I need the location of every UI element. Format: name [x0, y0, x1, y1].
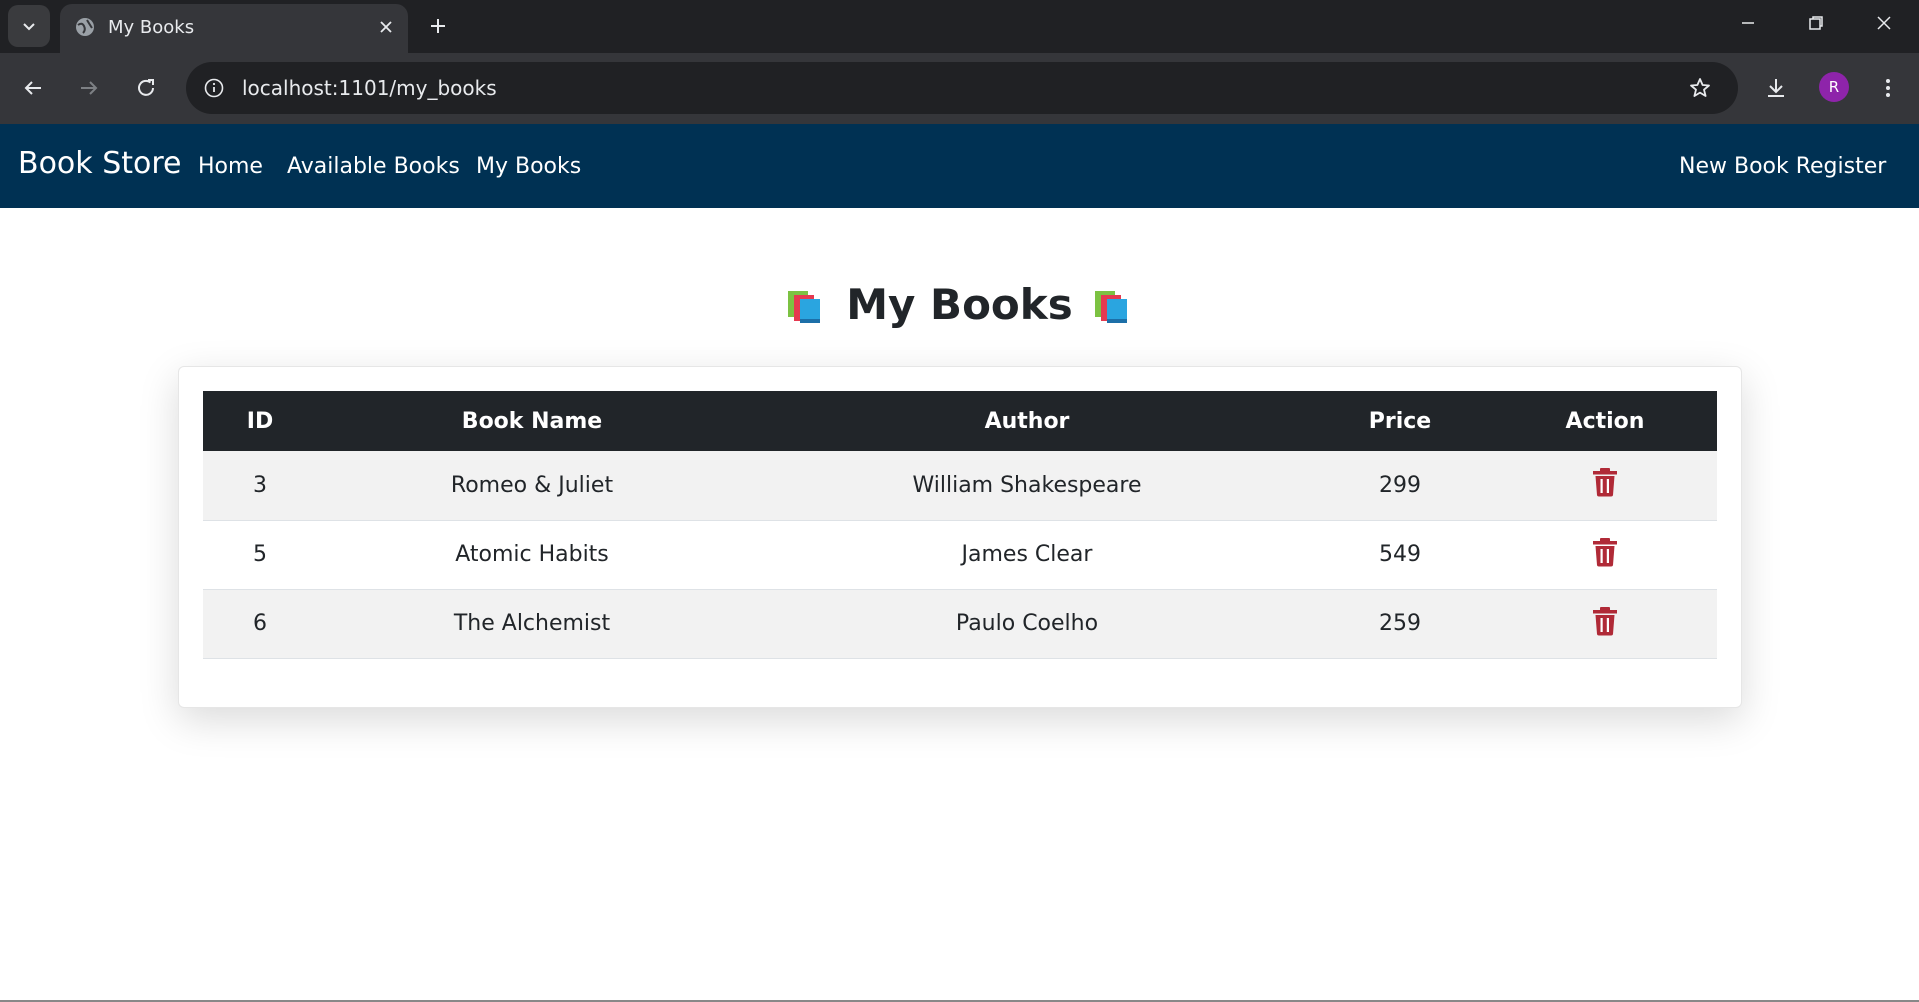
- tab-close-button[interactable]: [374, 15, 398, 39]
- forward-button[interactable]: [69, 68, 109, 108]
- restore-button[interactable]: [1782, 0, 1850, 45]
- page-heading: My Books: [0, 280, 1919, 329]
- nav-link-home[interactable]: Home: [198, 154, 263, 179]
- tab-search-button[interactable]: [8, 5, 50, 47]
- cell-action: [1493, 589, 1717, 659]
- app-navbar: Book Store Home Available Books My Books…: [0, 124, 1919, 208]
- browser-toolbar: localhost:1101/my_books R: [0, 53, 1919, 124]
- cell-price: 549: [1307, 520, 1493, 590]
- cell-book-name: Atomic Habits: [317, 520, 747, 590]
- chevron-down-icon: [23, 23, 35, 31]
- browser-titlebar: My Books: [0, 0, 1919, 53]
- bookmark-button[interactable]: [1686, 74, 1714, 102]
- cell-author: James Clear: [747, 520, 1307, 590]
- books-icon: [1094, 290, 1127, 323]
- books-icon: [788, 290, 821, 323]
- back-button[interactable]: [13, 68, 53, 108]
- plus-icon: [431, 19, 445, 33]
- browser-tab-active[interactable]: My Books: [60, 4, 408, 53]
- tab-title: My Books: [108, 17, 195, 38]
- new-tab-button[interactable]: [420, 8, 456, 44]
- cell-action: [1493, 520, 1717, 590]
- cell-book-name: The Alchemist: [317, 589, 747, 659]
- cell-id: 5: [203, 520, 317, 590]
- nav-link-new-book-register[interactable]: New Book Register: [1679, 154, 1886, 179]
- trash-icon[interactable]: [1591, 467, 1619, 497]
- download-icon: [1768, 79, 1784, 97]
- reload-button[interactable]: [126, 68, 166, 108]
- cell-author: Paulo Coelho: [747, 589, 1307, 659]
- info-icon: [204, 78, 224, 98]
- site-info-button[interactable]: [198, 72, 230, 104]
- table-row: 3 Romeo & Juliet William Shakespeare 299: [203, 451, 1717, 521]
- arrow-left-icon: [24, 81, 41, 95]
- menu-button[interactable]: [1868, 68, 1908, 108]
- downloads-button[interactable]: [1756, 68, 1796, 108]
- reload-icon: [138, 79, 154, 96]
- cell-author: William Shakespeare: [747, 451, 1307, 521]
- close-window-button[interactable]: [1850, 0, 1918, 45]
- brand-logo[interactable]: Book Store: [18, 146, 182, 181]
- cell-action: [1493, 451, 1717, 521]
- books-table: ID Book Name Author Price Action 3 Romeo…: [203, 391, 1717, 659]
- cell-id: 6: [203, 589, 317, 659]
- column-header-author: Author: [747, 391, 1307, 451]
- page-title: My Books: [846, 280, 1073, 329]
- close-icon: [1877, 15, 1891, 30]
- column-header-book-name: Book Name: [317, 391, 747, 451]
- table-row: 6 The Alchemist Paulo Coelho 259: [203, 589, 1717, 659]
- books-table-card: ID Book Name Author Price Action 3 Romeo…: [178, 366, 1742, 708]
- restore-icon: [1809, 15, 1823, 30]
- cell-id: 3: [203, 451, 317, 521]
- column-header-price: Price: [1307, 391, 1493, 451]
- nav-link-available-books[interactable]: Available Books: [287, 154, 460, 179]
- cell-price: 299: [1307, 451, 1493, 521]
- profile-avatar[interactable]: R: [1819, 72, 1849, 102]
- minimize-icon: [1742, 21, 1754, 24]
- close-icon: [380, 21, 392, 33]
- table-row: 5 Atomic Habits James Clear 549: [203, 520, 1717, 590]
- star-icon: [1690, 78, 1710, 97]
- minimize-button[interactable]: [1714, 0, 1782, 45]
- trash-icon[interactable]: [1591, 606, 1619, 636]
- cell-price: 259: [1307, 589, 1493, 659]
- url-text[interactable]: localhost:1101/my_books: [242, 76, 497, 100]
- globe-icon: [76, 18, 94, 36]
- trash-icon[interactable]: [1591, 537, 1619, 567]
- column-header-id: ID: [203, 391, 317, 451]
- column-header-action: Action: [1493, 391, 1717, 451]
- arrow-right-icon: [81, 81, 98, 95]
- nav-link-my-books[interactable]: My Books: [476, 154, 581, 179]
- address-bar[interactable]: localhost:1101/my_books: [186, 62, 1738, 114]
- cell-book-name: Romeo & Juliet: [317, 451, 747, 521]
- more-vertical-icon: [1886, 79, 1890, 97]
- table-header-row: ID Book Name Author Price Action: [203, 391, 1717, 451]
